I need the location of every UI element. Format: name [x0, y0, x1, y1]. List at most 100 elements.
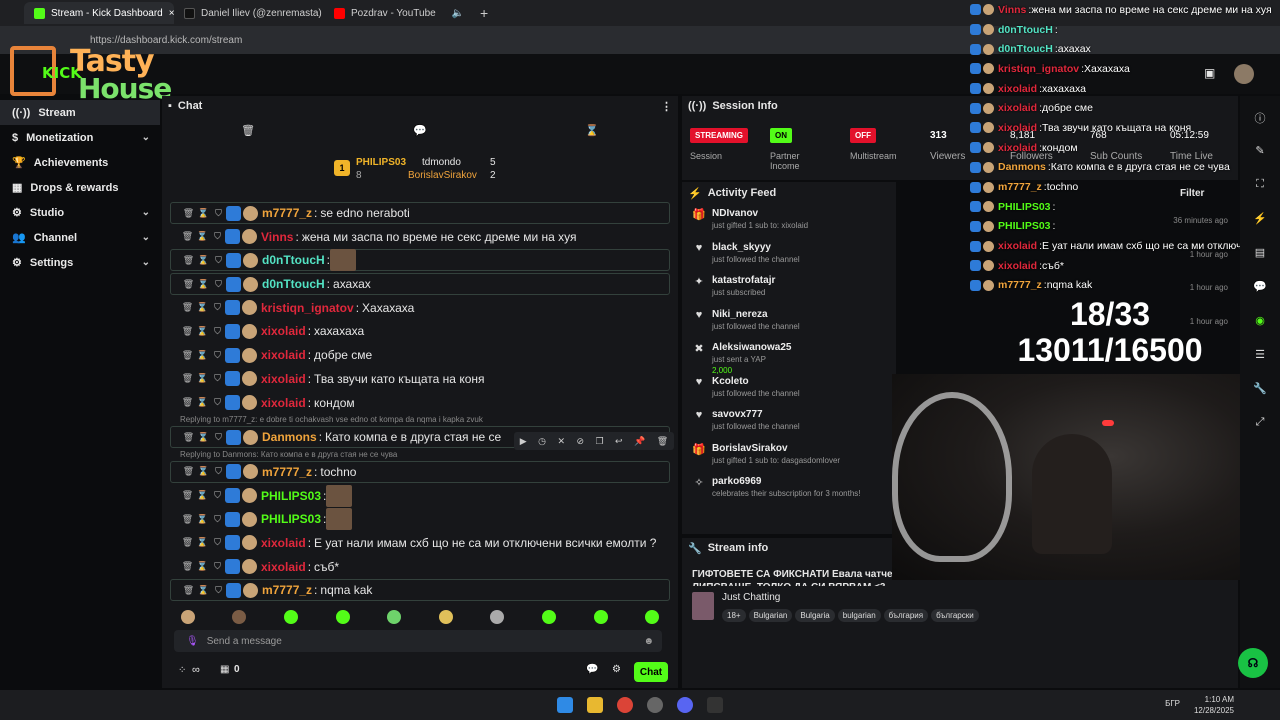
emote-icon[interactable] [645, 610, 660, 624]
activity-item[interactable]: ♥ savovx777 just followed the channel [682, 405, 896, 439]
sidebar-item-settings[interactable]: ⚙ Settings ⌄ [0, 250, 160, 275]
delete-icon[interactable]: 🗑 [181, 279, 196, 290]
activity-username[interactable]: Aleksiwanowa25 [712, 342, 791, 353]
browser-tab-youtube[interactable]: Pozdrav - YouTube 🔈 [324, 2, 474, 24]
emote-icon[interactable] [490, 610, 505, 624]
chat-message[interactable]: 🗑 ⌛ ⛉ xixolaid: Тва звучи като къщата на кон… [170, 368, 670, 390]
emote-icon[interactable] [438, 610, 453, 624]
discord-icon[interactable] [677, 697, 693, 713]
chat-username[interactable]: m7777_z [262, 583, 312, 597]
hourglass-icon[interactable]: ⌛ [195, 326, 210, 337]
activity-item[interactable]: ♥ Kcoleto just followed the channel [682, 372, 896, 406]
list-icon[interactable]: ☰ [1253, 348, 1267, 362]
activity-item[interactable]: 🎁 BorislavSirakov just gifted 1 sub to: da… [682, 439, 896, 473]
windows-start-icon[interactable] [557, 697, 573, 713]
info-icon[interactable]: ⓘ [1253, 110, 1267, 125]
support-button[interactable]: ☊ [1238, 648, 1268, 678]
hourglass-icon[interactable]: ⌛ [585, 124, 599, 144]
chat-input[interactable]: 🎙 Send a message ☻ [174, 630, 662, 652]
hourglass-icon[interactable]: ⌛ [195, 373, 210, 384]
delete-icon[interactable]: 🗑 [181, 255, 196, 266]
mute-icon[interactable]: ✕ [557, 436, 565, 447]
chat-username[interactable]: xixolaid [261, 324, 306, 338]
microphone-icon[interactable]: 🎙 [186, 636, 199, 647]
chat-username[interactable]: kristiqn_ignatov [261, 301, 354, 315]
hourglass-icon[interactable]: ⌛ [195, 490, 210, 501]
chat-username[interactable]: xixolaid [261, 560, 306, 574]
shield-icon[interactable]: ⛉ [210, 537, 225, 548]
emote-icon[interactable] [541, 610, 556, 624]
system-clock[interactable]: 1:10 AM 12/28/2025 [1194, 694, 1234, 716]
emote-icon[interactable] [593, 610, 608, 624]
hourglass-icon[interactable]: ⌛ [195, 561, 210, 572]
hourglass-icon[interactable]: ⌛ [195, 231, 210, 242]
terminal-icon[interactable] [707, 697, 723, 713]
shield-icon[interactable]: ⛉ [210, 397, 225, 408]
shield-icon[interactable]: ⛉ [210, 490, 225, 501]
hourglass-icon[interactable]: ⌛ [196, 585, 211, 596]
activity-username[interactable]: savovx777 [712, 409, 800, 420]
delete-icon[interactable]: 🗑 [181, 585, 196, 596]
shield-icon[interactable]: ⛉ [210, 302, 225, 313]
shield-icon[interactable]: ⛉ [211, 466, 226, 477]
chat-message[interactable]: 🗑 ⌛ ⛉ PHILIPS03: [170, 484, 670, 507]
emote-icon[interactable] [387, 610, 402, 624]
shield-icon[interactable]: ⛉ [211, 585, 226, 596]
stream-tag[interactable]: 18+ [722, 609, 746, 622]
emote-icon[interactable] [232, 610, 247, 624]
activity-username[interactable]: Niki_nereza [712, 309, 800, 320]
hourglass-icon[interactable]: ⌛ [195, 514, 210, 525]
shield-icon[interactable]: ⛉ [210, 514, 225, 525]
delete-icon[interactable]: 🗑 [181, 466, 196, 477]
delete-icon[interactable]: 🗑 [180, 537, 195, 548]
chat-username[interactable]: d0nTtoucH [262, 277, 325, 291]
delete-icon[interactable]: 🗑 [180, 326, 195, 337]
shop-icon[interactable]: ▦ [220, 664, 229, 675]
sidebar-item-channel[interactable]: 👥 Channel ⌄ [0, 225, 160, 250]
sidebar-item-studio[interactable]: ⚙ Studio ⌄ [0, 200, 160, 225]
hourglass-icon[interactable]: ⌛ [196, 279, 211, 290]
delete-icon[interactable]: 🗑 [657, 436, 668, 447]
chat-icon[interactable]: 💬 [1253, 280, 1267, 294]
hourglass-icon[interactable]: ⌛ [195, 397, 210, 408]
timeout-icon[interactable]: ◷ [538, 436, 546, 447]
activity-item[interactable]: ♥ black_skyyy just followed the channel [682, 238, 896, 272]
activity-item[interactable]: ✧ parko6969 celebrates their subscription … [682, 472, 896, 506]
delete-icon[interactable]: 🗑 [180, 490, 195, 501]
chat-message[interactable]: 🗑 ⌛ ⛉ d0nTtoucH: ахахах [170, 273, 670, 296]
hourglass-icon[interactable]: ⌛ [196, 208, 211, 219]
shield-icon[interactable]: ⛉ [210, 231, 225, 242]
activity-username[interactable]: Kcoleto [712, 376, 800, 387]
delete-icon[interactable]: 🗑 [180, 397, 195, 408]
reply-icon[interactable]: ↩ [615, 436, 623, 447]
chat-message[interactable]: 🗑 ⌛ ⛉ xixolaid: съб* [170, 556, 670, 578]
multistream-badge[interactable]: OFF [850, 128, 876, 143]
new-tab-button[interactable]: + [480, 5, 488, 21]
chat-username[interactable]: xixolaid [261, 348, 306, 362]
chat-message-list[interactable]: 🗑 ⌛ ⛉ m7777_z: se edno neraboti 🗑 ⌛ ⛉ Vinns: жена… [170, 202, 670, 602]
chat-username[interactable]: Vinns [261, 230, 293, 244]
delete-icon[interactable]: 🗑 [180, 350, 195, 361]
chat-message[interactable]: 🗑 ⌛ ⛉ m7777_z: nqma kak [170, 579, 670, 602]
chat-message[interactable]: 🗑 ⌛ ⛉ xixolaid: добре сме [170, 344, 670, 366]
chat-username[interactable]: Danmons [262, 430, 317, 444]
trash-icon[interactable]: 🗑 [241, 124, 255, 144]
expand-icon[interactable]: ⤢ [1253, 416, 1267, 430]
delete-icon[interactable]: 🗑 [180, 373, 195, 384]
shield-icon[interactable]: ⛉ [210, 326, 225, 337]
send-chat-button[interactable]: Chat [634, 662, 668, 682]
delete-icon[interactable]: 🗑 [180, 561, 195, 572]
hourglass-icon[interactable]: ⌛ [195, 350, 210, 361]
activity-item[interactable]: 🎁 NDIvanov just gifted 1 sub to: xixolaid [682, 204, 896, 238]
activity-list[interactable]: 🎁 NDIvanov just gifted 1 sub to: xixolaid ♥… [682, 204, 896, 506]
shield-icon[interactable]: ⛉ [211, 432, 226, 443]
activity-username[interactable]: NDIvanov [712, 208, 808, 219]
activity-username[interactable]: BorislavSirakov [712, 443, 840, 454]
chat-username[interactable]: d0nTtoucH [262, 253, 325, 267]
stream-tag[interactable]: български [931, 609, 979, 622]
chat-username[interactable]: PHILIPS03 [261, 489, 321, 503]
chat-username[interactable]: PHILIPS03 [261, 512, 321, 526]
hourglass-icon[interactable]: ⌛ [195, 537, 210, 548]
comment-icon[interactable]: 💬 [413, 124, 427, 144]
stream-tag[interactable]: Bulgaria [795, 609, 835, 622]
